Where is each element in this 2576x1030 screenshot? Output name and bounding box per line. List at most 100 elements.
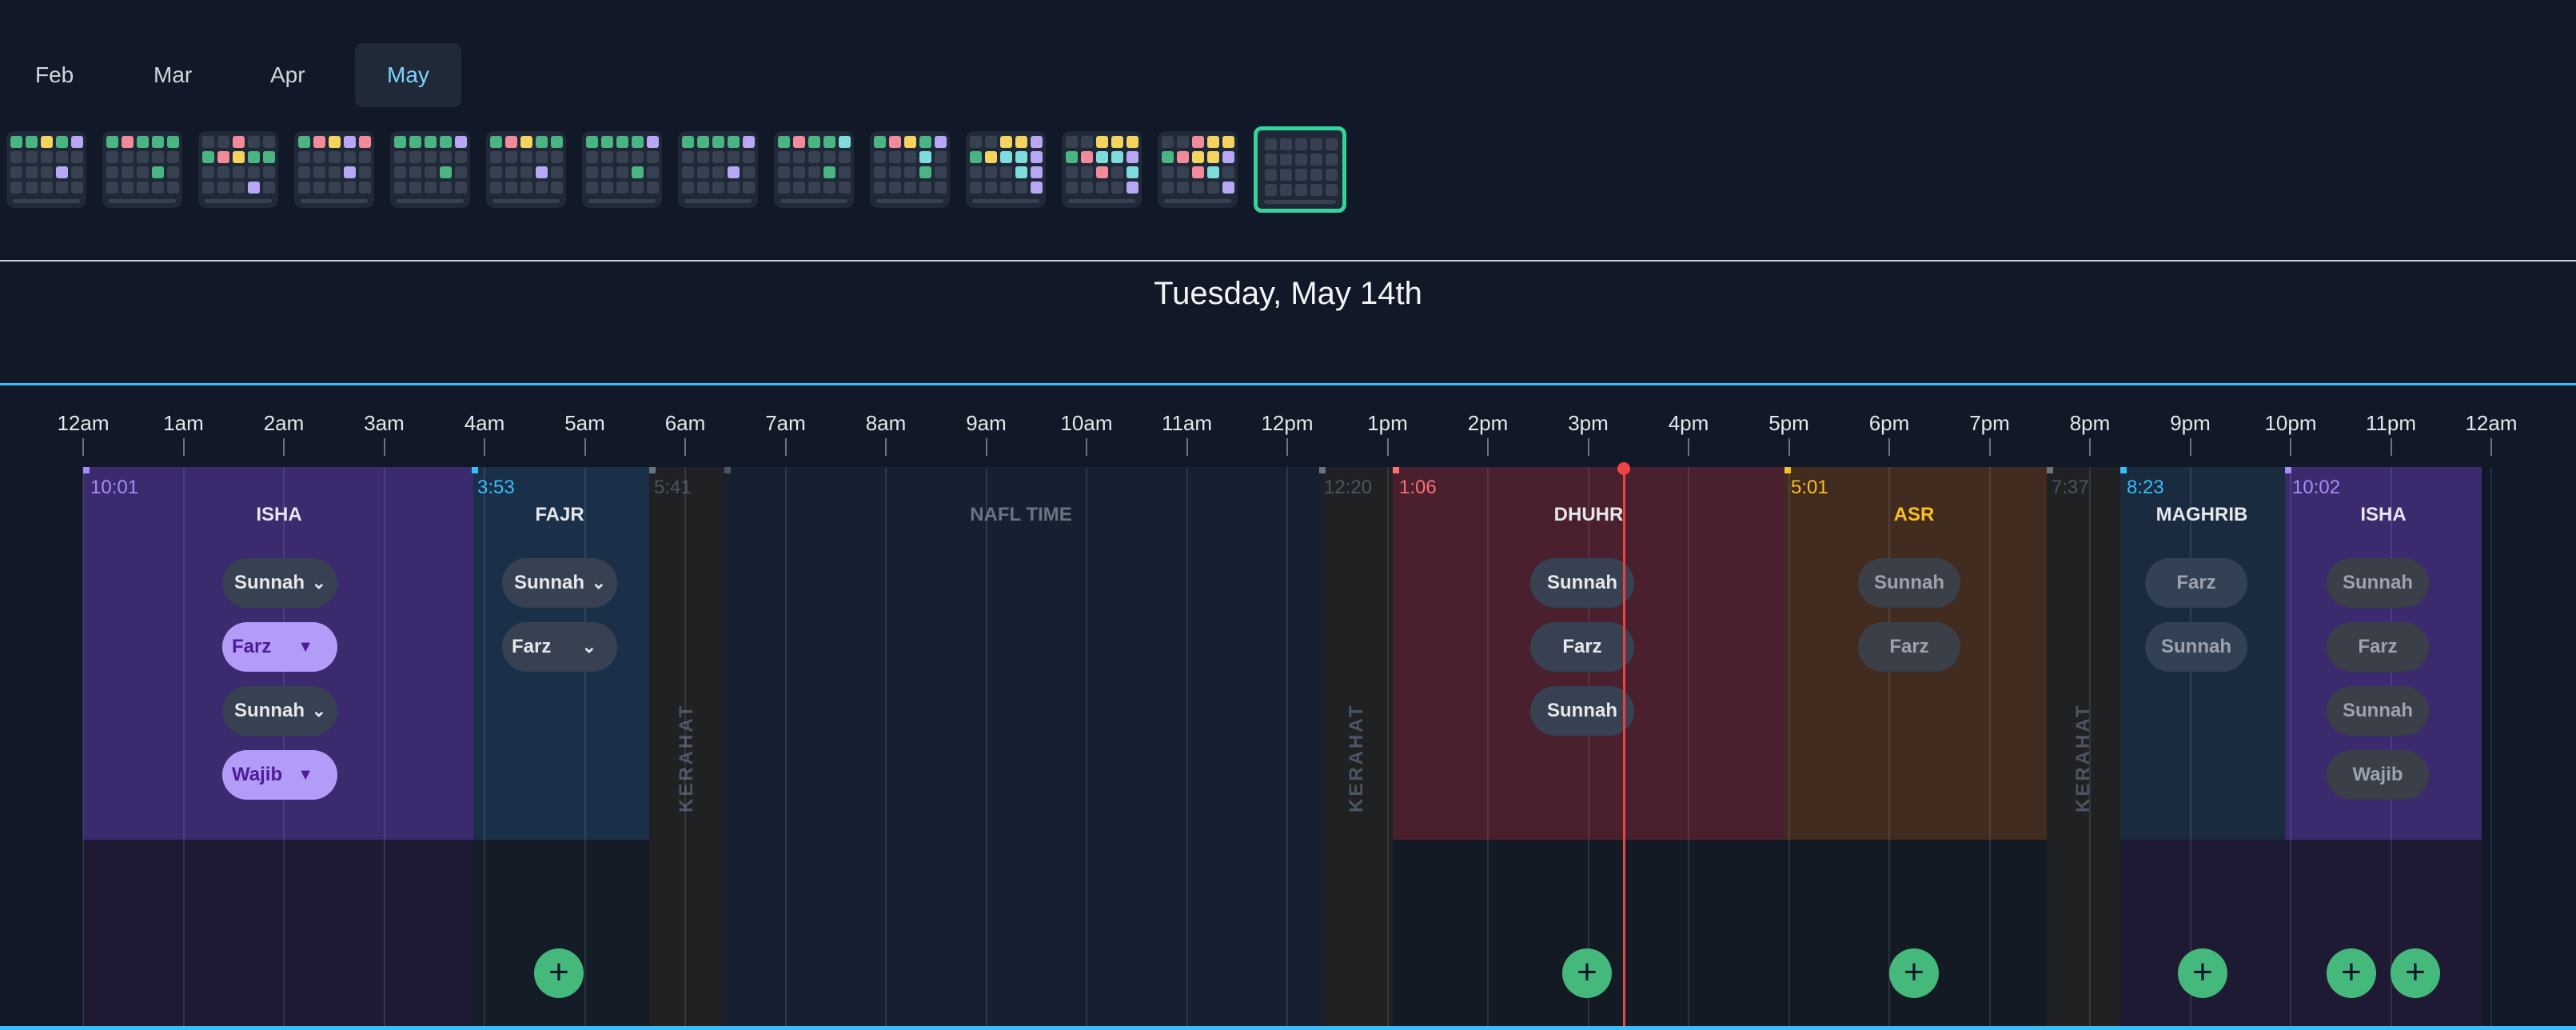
week-day-cell <box>1295 138 1307 150</box>
week-day-cell <box>41 151 53 163</box>
fajr-farz-button[interactable]: Farz ⌄ <box>502 622 617 672</box>
maghrib-add-button[interactable]: + <box>2178 948 2227 998</box>
week-day-cell <box>233 151 245 163</box>
hour-tick <box>2189 438 2191 456</box>
hour-tick <box>1286 438 1288 456</box>
week-thumbnail[interactable] <box>1254 126 1346 213</box>
week-day-cell <box>217 166 229 178</box>
plus-icon: + <box>2341 952 2362 992</box>
week-day-cell <box>647 182 659 194</box>
week-thumbnail[interactable] <box>102 131 182 208</box>
week-day-cell <box>1177 136 1189 148</box>
dhuhr-farz-button[interactable]: Farz <box>1530 622 1634 672</box>
week-day-cell <box>632 182 644 194</box>
isha-evening-sunnah-2-button[interactable]: Sunnah <box>2327 686 2429 736</box>
week-day-cell <box>167 136 179 148</box>
week-day-cell <box>202 182 214 194</box>
week-day-cell <box>1066 166 1078 178</box>
fajr-sunnah-button[interactable]: Sunnah ⌄ <box>502 558 617 608</box>
hour-gridline <box>2189 467 2191 1027</box>
week-thumbnail[interactable] <box>870 131 950 208</box>
week-day-cell <box>10 182 22 194</box>
week-day-cell <box>1192 136 1204 148</box>
hour-tick <box>2490 438 2492 456</box>
week-day-cell <box>1015 166 1027 178</box>
maghrib-farz-button[interactable]: Farz <box>2145 558 2247 608</box>
week-day-cell <box>263 166 275 178</box>
isha-evening-sunnah-1-button[interactable]: Sunnah <box>2327 558 2429 608</box>
dhuhr-sunnah-1-button[interactable]: Sunnah <box>1530 558 1634 608</box>
week-day-cell <box>490 136 502 148</box>
week-thumbnail[interactable] <box>198 131 278 208</box>
week-thumbnail[interactable] <box>1062 131 1142 208</box>
week-day-cell <box>1111 136 1123 148</box>
hour-tick <box>985 438 987 456</box>
isha-night-sunnah-1-button[interactable]: Sunnah ⌄ <box>222 558 337 608</box>
week-thumbnail[interactable] <box>6 131 86 208</box>
week-day-cell <box>647 166 659 178</box>
week-thumbnail[interactable] <box>1158 131 1238 208</box>
hour-tick <box>684 438 686 456</box>
month-tab-may[interactable]: May <box>355 43 461 107</box>
week-thumbnail[interactable] <box>582 131 662 208</box>
week-thumbnail[interactable] <box>966 131 1046 208</box>
week-day-cell <box>839 151 851 163</box>
asr-sunnah-button[interactable]: Sunnah <box>1858 558 1960 608</box>
isha-night-sunnah-2-button[interactable]: Sunnah ⌄ <box>222 686 337 736</box>
month-tab-feb[interactable]: Feb <box>3 43 106 107</box>
week-day-cell <box>505 136 517 148</box>
isha-evening-add-button-2[interactable]: + <box>2391 948 2440 998</box>
week-day-cell <box>26 166 38 178</box>
week-day-cell <box>712 136 724 148</box>
week-day-cell <box>632 166 644 178</box>
week-day-cell <box>743 136 755 148</box>
week-day-cell <box>823 182 835 194</box>
week-thumbnail[interactable] <box>294 131 374 208</box>
week-day-cell <box>394 136 406 148</box>
week-day-cell <box>793 166 805 178</box>
dhuhr-add-button[interactable]: + <box>1562 948 1612 998</box>
week-day-cell <box>1015 182 1027 194</box>
isha-night-farz-button[interactable]: Farz ▼ <box>222 622 337 672</box>
week-thumbnail[interactable] <box>678 131 758 208</box>
asr-farz-button[interactable]: Farz <box>1858 622 1960 672</box>
week-day-cell <box>425 136 437 148</box>
week-thumbnail[interactable] <box>486 131 566 208</box>
maghrib-sunnah-button[interactable]: Sunnah <box>2145 622 2247 672</box>
week-thumbnail-bar <box>876 199 943 203</box>
isha-evening-add-button-1[interactable]: + <box>2327 948 2376 998</box>
dhuhr-sunnah-2-button[interactable]: Sunnah <box>1530 686 1634 736</box>
isha-evening-wajib-button[interactable]: Wajib <box>2327 750 2429 800</box>
dhuhr-start-marker <box>1393 467 1399 473</box>
asr-block-lower <box>1784 840 2047 1026</box>
week-day-cell <box>359 151 371 163</box>
hour-tick <box>584 438 586 456</box>
week-day-cell <box>1222 166 1234 178</box>
hour-label: 12pm <box>1261 411 1314 435</box>
hour-gridline <box>1086 467 1087 1027</box>
week-day-cell <box>313 151 325 163</box>
week-thumbnail[interactable] <box>774 131 854 208</box>
week-day-cell <box>1207 166 1219 178</box>
hour-tick <box>1386 438 1389 456</box>
week-day-cell <box>616 182 628 194</box>
pill-label: Sunnah <box>234 572 305 593</box>
week-day-cell <box>1111 182 1123 194</box>
week-day-cell <box>1207 182 1219 194</box>
week-day-cell <box>41 136 53 148</box>
month-tab-mar[interactable]: Mar <box>122 43 224 107</box>
week-day-cell <box>1081 166 1093 178</box>
week-day-cell <box>919 136 931 148</box>
isha-evening-farz-button[interactable]: Farz <box>2327 622 2429 672</box>
week-day-cell <box>536 182 548 194</box>
asr-add-button[interactable]: + <box>1889 948 1939 998</box>
week-thumbnail[interactable] <box>390 131 470 208</box>
hour-label: 7pm <box>1969 411 2010 435</box>
fajr-add-button[interactable]: + <box>534 948 584 998</box>
week-day-cell <box>889 166 901 178</box>
isha-night-wajib-button[interactable]: Wajib ▼ <box>222 750 337 800</box>
week-thumbnail-bar <box>205 199 272 203</box>
month-tab-apr[interactable]: Apr <box>238 43 337 107</box>
chevron-down-icon: ⌄ <box>311 701 326 721</box>
hour-tick <box>82 438 84 456</box>
